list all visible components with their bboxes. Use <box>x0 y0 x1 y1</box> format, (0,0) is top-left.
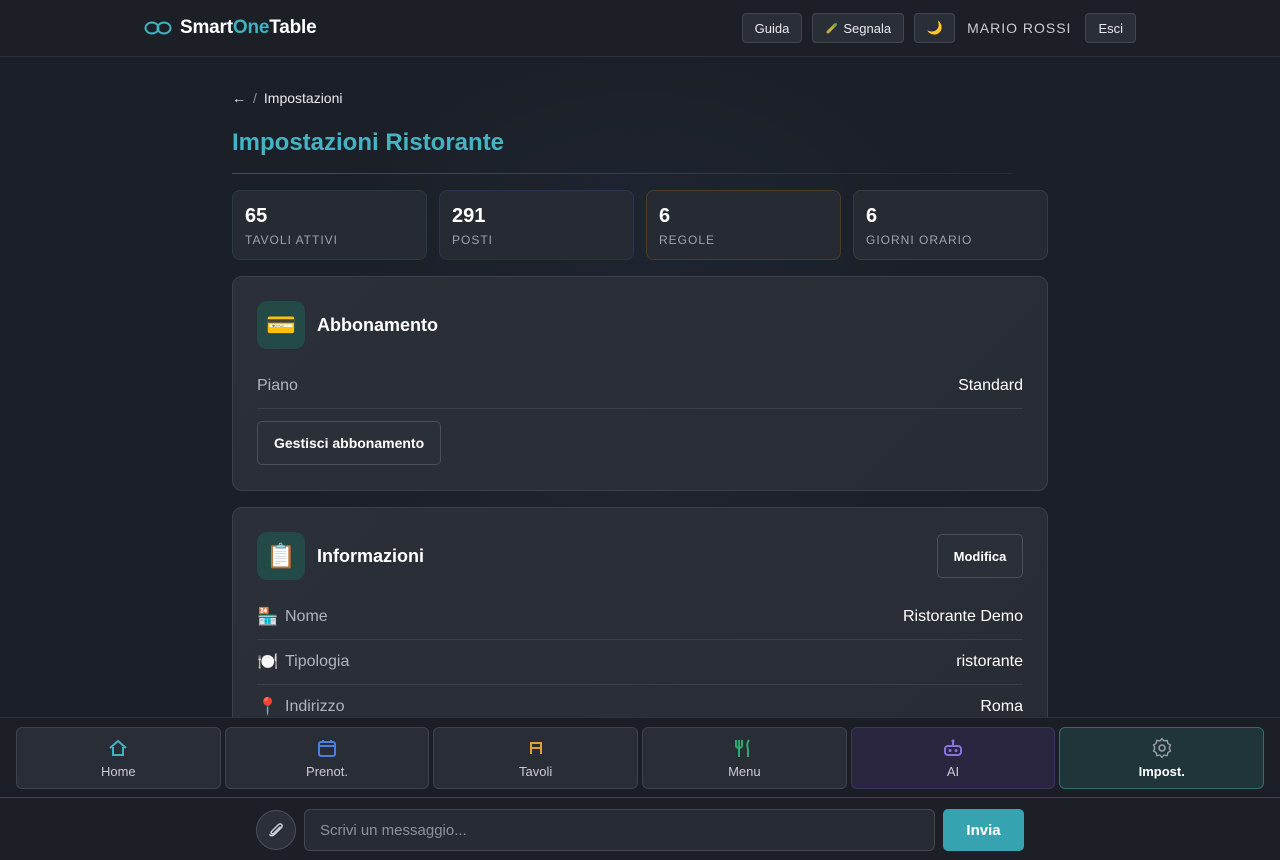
nav-menu[interactable]: Menu <box>642 727 847 789</box>
row-key: Indirizzo <box>285 698 345 715</box>
title-divider <box>232 173 1012 174</box>
pin-icon: 📍 <box>257 697 279 716</box>
robot-icon <box>944 739 963 756</box>
bottom-nav: Home Prenot. Tavoli Menu AI Impost. <box>0 717 1280 797</box>
message-composer: Invia <box>0 797 1280 860</box>
nav-label: Impost. <box>1138 763 1185 779</box>
fork-knife-icon <box>735 738 751 757</box>
stat-value: 6 <box>866 205 878 227</box>
plan-row: Piano Standard <box>257 364 1023 409</box>
paperclip-icon <box>269 823 283 837</box>
row-value: Standard <box>958 377 1023 394</box>
clipboard-icon: 📋 <box>257 532 305 580</box>
stats-row: 65 TAVOLI ATTIVI 291 POSTI 6 REGOLE 6 GI… <box>232 190 1048 260</box>
card-header: 💳 Abbonamento <box>257 301 1023 349</box>
guide-button[interactable]: Guida <box>741 13 803 43</box>
brand-logo[interactable]: SmartOneTable <box>144 16 317 40</box>
attach-button[interactable] <box>256 810 296 850</box>
top-actions: Guida Segnala 🌙 MARIO ROSSI Esci <box>741 13 1136 43</box>
row-key: Tipologia <box>285 653 350 670</box>
stat-card-rules: 6 REGOLE <box>646 190 841 260</box>
main-content: ← / Impostazioni Impostazioni Ristorante… <box>232 87 1048 767</box>
calendar-icon <box>318 739 336 757</box>
nav-label: Home <box>100 763 136 779</box>
card-title: Informazioni <box>317 545 424 566</box>
nav-settings[interactable]: Impost. <box>1059 727 1265 789</box>
home-icon <box>109 739 127 756</box>
message-input[interactable] <box>304 809 935 851</box>
brand-name: SmartOneTable <box>180 17 317 38</box>
top-bar: SmartOneTable Guida Segnala 🌙 MARIO ROSS… <box>0 0 1280 57</box>
stat-card-schedule-days: 6 GIORNI ORARIO <box>853 190 1048 260</box>
subscription-card: 💳 Abbonamento Piano Standard Gestisci ab… <box>232 276 1048 491</box>
nav-ai[interactable]: AI <box>850 727 1056 789</box>
stat-value: 65 <box>245 205 268 227</box>
nav-home[interactable]: Home <box>16 727 221 789</box>
chair-icon <box>529 741 542 754</box>
info-row-type: 🍽️ Tipologia ristorante <box>257 640 1023 685</box>
nav-reservations[interactable]: Prenot. <box>224 727 430 789</box>
row-key: Piano <box>257 377 298 394</box>
row-value: Roma <box>980 698 1023 715</box>
breadcrumb: ← / Impostazioni <box>232 87 1048 109</box>
stat-card-active-tables: 65 TAVOLI ATTIVI <box>232 190 427 260</box>
card-title: Abbonamento <box>317 314 438 335</box>
moon-icon: 🌙 <box>926 20 943 35</box>
report-button[interactable]: Segnala <box>812 13 905 43</box>
page-title: Impostazioni Ristorante <box>232 129 505 156</box>
stat-value: 6 <box>659 205 671 227</box>
nav-label: AI <box>946 763 960 779</box>
row-key: Nome <box>285 608 328 625</box>
gear-icon <box>1152 737 1171 758</box>
row-value: Ristorante Demo <box>902 608 1023 625</box>
card-header: 📋 Informazioni <box>257 532 1023 580</box>
back-arrow-icon[interactable]: ← <box>232 90 246 106</box>
stat-card-seats: 291 POSTI <box>439 190 634 260</box>
nav-label: Tavoli <box>519 763 553 779</box>
user-name: MARIO ROSSI <box>967 20 1072 36</box>
breadcrumb-current: Impostazioni <box>263 90 343 106</box>
store-icon: 🏪 <box>257 607 279 626</box>
credit-card-icon: 💳 <box>257 301 305 349</box>
infinity-logo-icon <box>144 21 172 35</box>
row-value: ristorante <box>956 653 1023 670</box>
modify-button[interactable]: Modifica <box>937 534 1023 578</box>
send-button[interactable]: Invia <box>943 809 1024 851</box>
stat-label: POSTI <box>452 233 494 247</box>
stat-label: REGOLE <box>659 233 716 247</box>
breadcrumb-separator: / <box>253 90 257 106</box>
theme-toggle-button[interactable]: 🌙 <box>914 13 956 43</box>
bug-icon <box>826 23 838 34</box>
stat-label: TAVOLI ATTIVI <box>245 233 339 247</box>
nav-tables[interactable]: Tavoli <box>433 727 639 789</box>
info-row-name: 🏪 Nome Ristorante Demo <box>257 595 1023 640</box>
manage-subscription-button[interactable]: Gestisci abbonamento <box>257 421 442 465</box>
stat-label: GIORNI ORARIO <box>866 233 973 247</box>
plate-icon: 🍽️ <box>257 652 279 671</box>
stat-value: 291 <box>452 205 486 227</box>
nav-label: Menu <box>728 763 761 779</box>
nav-label: Prenot. <box>306 763 348 779</box>
logout-button[interactable]: Esci <box>1085 13 1136 43</box>
